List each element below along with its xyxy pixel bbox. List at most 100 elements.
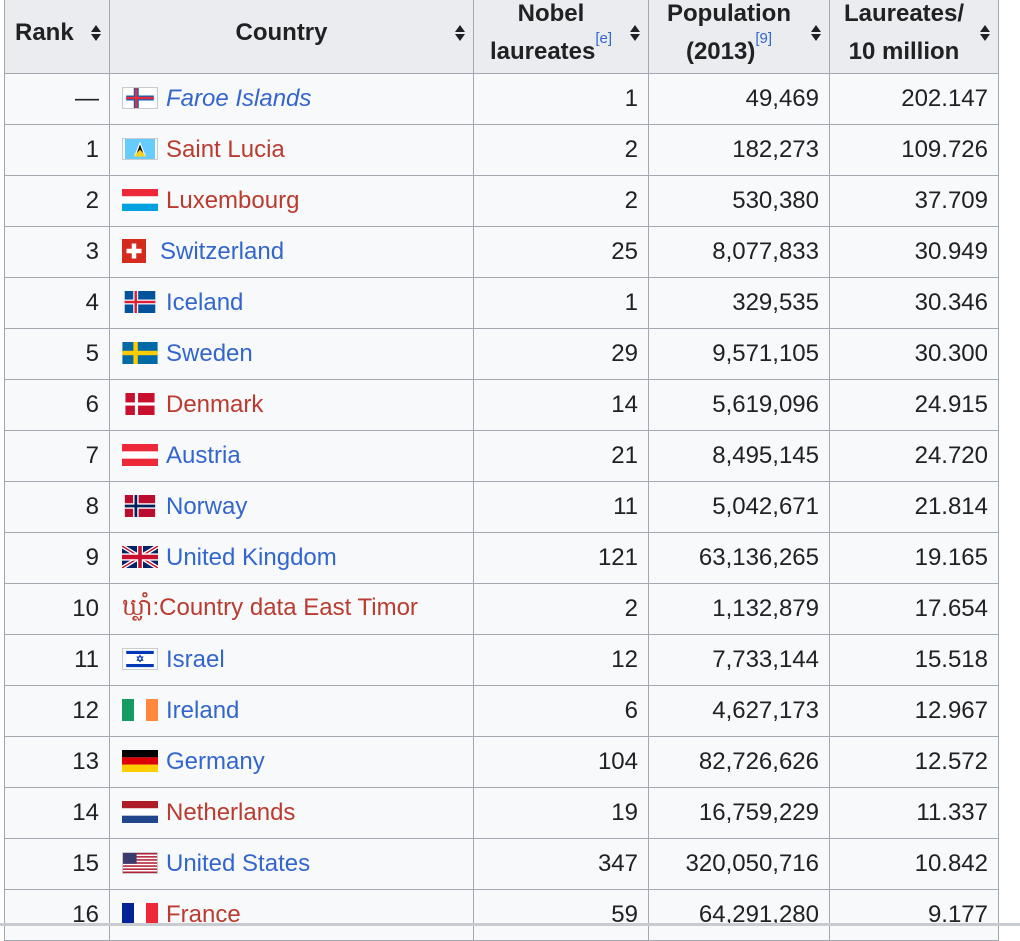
country-link[interactable]: Israel <box>166 646 225 673</box>
laureates-ratio-cell: 19.165 <box>829 532 999 584</box>
population-cell: 63,136,265 <box>648 532 830 584</box>
rank-column-header[interactable]: Rank <box>4 0 110 74</box>
rank-cell: 16 <box>4 889 110 941</box>
uk-flag-icon <box>122 545 158 568</box>
country-cell: United States <box>109 838 474 890</box>
country-link[interactable]: Netherlands <box>166 799 295 826</box>
country-link[interactable]: Germany <box>166 748 265 775</box>
population-cell: 4,627,173 <box>648 685 830 737</box>
nobel-laureates-cell: 2 <box>473 175 649 227</box>
rank-cell: 12 <box>4 685 110 737</box>
laureates-ratio-cell: 24.915 <box>829 379 999 431</box>
country-cell: Ireland <box>109 685 474 737</box>
country-link[interactable]: Ireland <box>166 697 239 724</box>
country-link[interactable]: United Kingdom <box>166 544 337 571</box>
country-link[interactable]: ឃ្លាំ:Country data East Timor <box>122 594 418 621</box>
population-cell: 9,571,105 <box>648 328 830 380</box>
country-link[interactable]: Sweden <box>166 340 253 367</box>
table-row: 12 Ireland 6 4,627,173 12.967 <box>4 685 999 737</box>
laureates-ratio-cell: 24.720 <box>829 430 999 482</box>
country-cell: Germany <box>109 736 474 788</box>
nobel-laureates-cell: 12 <box>473 634 649 686</box>
table-row: 7 Austria 21 8,495,145 24.720 <box>4 430 999 482</box>
country-cell: Denmark <box>109 379 474 431</box>
table-row: 4 Iceland 1 329,535 30.346 <box>4 277 999 329</box>
table-row: 10 ឃ្លាំ:Country data East Timor 2 1,132,87… <box>4 583 999 635</box>
table-row: 16 France 59 64,291,280 9.177 <box>4 889 999 941</box>
sort-icon[interactable] <box>980 23 990 43</box>
sort-icon[interactable] <box>811 23 821 43</box>
table-row: 1 Saint Lucia 2 182,273 109.726 <box>4 124 999 176</box>
nobel-laureates-cell: 6 <box>473 685 649 737</box>
footnote-link[interactable]: [e] <box>595 30 612 47</box>
nobel-laureates-cell: 19 <box>473 787 649 839</box>
country-cell: Austria <box>109 430 474 482</box>
footnote-link[interactable]: [9] <box>755 30 772 47</box>
laureates-ratio-cell: 37.709 <box>829 175 999 227</box>
country-cell: Saint Lucia <box>109 124 474 176</box>
germany-flag-icon <box>122 749 158 772</box>
laureates-ratio-cell: 30.346 <box>829 277 999 329</box>
nobel-laureates-cell: 121 <box>473 532 649 584</box>
nobel-laureates-cell: 29 <box>473 328 649 380</box>
nobel-laureates-cell: 59 <box>473 889 649 941</box>
country-cell: Norway <box>109 481 474 533</box>
sort-icon[interactable] <box>630 23 640 43</box>
country-link[interactable]: Switzerland <box>160 238 284 265</box>
country-cell: United Kingdom <box>109 532 474 584</box>
laureates-ratio-cell: 109.726 <box>829 124 999 176</box>
laureates-ratio-cell: 21.814 <box>829 481 999 533</box>
country-cell: Israel <box>109 634 474 686</box>
table-row: — Faroe Islands 1 49,469 202.147 <box>4 73 999 125</box>
country-link[interactable]: Saint Lucia <box>166 136 285 163</box>
table-header-row: Rank Country Nobel laureates[e] Populati… <box>4 0 999 74</box>
nobel-laureates-table: Rank Country Nobel laureates[e] Populati… <box>4 0 999 941</box>
population-cell: 49,469 <box>648 73 830 125</box>
laureates-per-10-million-column-header[interactable]: Laureates/ 10 million <box>829 0 999 74</box>
country-link[interactable]: Iceland <box>166 289 243 316</box>
rank-cell: 4 <box>4 277 110 329</box>
nobel-laureates-cell: 1 <box>473 73 649 125</box>
table-row: 11 Israel 12 7,733,144 15.518 <box>4 634 999 686</box>
population-cell: 64,291,280 <box>648 889 830 941</box>
country-link[interactable]: United States <box>166 850 310 877</box>
population-cell: 1,132,879 <box>648 583 830 635</box>
country-cell: Switzerland <box>109 226 474 278</box>
rank-cell: 8 <box>4 481 110 533</box>
sort-icon[interactable] <box>91 23 101 43</box>
country-link[interactable]: Luxembourg <box>166 187 299 214</box>
austria-flag-icon <box>122 443 158 466</box>
population-cell: 320,050,716 <box>648 838 830 890</box>
rank-cell: 1 <box>4 124 110 176</box>
luxembourg-flag-icon <box>122 188 158 211</box>
population-cell: 16,759,229 <box>648 787 830 839</box>
norway-flag-icon <box>122 494 158 517</box>
population-cell: 182,273 <box>648 124 830 176</box>
sort-icon[interactable] <box>455 23 465 43</box>
country-link[interactable]: Denmark <box>166 391 263 418</box>
rank-cell: 2 <box>4 175 110 227</box>
nobel-laureates-cell: 2 <box>473 583 649 635</box>
nobel-laureates-column-header[interactable]: Nobel laureates[e] <box>473 0 649 74</box>
rank-cell: 11 <box>4 634 110 686</box>
table-row: 15 United States 347 320,050,716 10.842 <box>4 838 999 890</box>
faroe-flag-icon <box>122 86 158 109</box>
laureates-ratio-cell: 30.300 <box>829 328 999 380</box>
population-cell: 82,726,626 <box>648 736 830 788</box>
country-cell: Luxembourg <box>109 175 474 227</box>
country-cell: Netherlands <box>109 787 474 839</box>
country-cell: Faroe Islands <box>109 73 474 125</box>
country-link[interactable]: Norway <box>166 493 247 520</box>
nobel-laureates-cell: 104 <box>473 736 649 788</box>
country-link[interactable]: Austria <box>166 442 241 469</box>
nobel-laureates-cell: 1 <box>473 277 649 329</box>
population-column-header[interactable]: Population (2013)[9] <box>648 0 830 74</box>
country-link[interactable]: Faroe Islands <box>166 85 311 112</box>
laureates-ratio-cell: 10.842 <box>829 838 999 890</box>
country-column-header[interactable]: Country <box>109 0 474 74</box>
rank-cell: 10 <box>4 583 110 635</box>
nobel-laureates-cell: 25 <box>473 226 649 278</box>
laureates-ratio-cell: 30.949 <box>829 226 999 278</box>
table-row: 9 United Kingdom 121 63,136,265 19.165 <box>4 532 999 584</box>
laureates-ratio-cell: 12.572 <box>829 736 999 788</box>
